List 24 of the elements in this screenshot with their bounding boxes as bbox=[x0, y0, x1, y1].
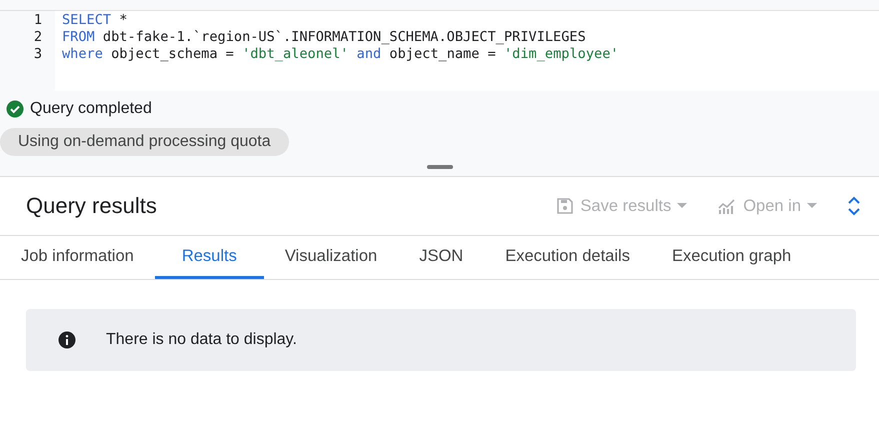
status-text: Query completed bbox=[30, 100, 152, 118]
code-line: FROM dbt-fake-1.`region-US`.INFORMATION_SCHEMA.OBJECT_PRIVILEGES bbox=[62, 29, 586, 46]
tab[interactable]: JSON bbox=[398, 236, 484, 279]
resize-handle[interactable] bbox=[426, 165, 452, 169]
code-line: SELECT * bbox=[62, 12, 128, 29]
expand-icon[interactable] bbox=[847, 195, 861, 217]
panel-title: Query results bbox=[26, 193, 157, 219]
tab[interactable]: Results bbox=[154, 236, 264, 279]
line-number: 2 bbox=[32, 29, 42, 46]
line-number: 1 bbox=[32, 12, 42, 29]
message-text: There is no data to display. bbox=[106, 331, 297, 349]
line-number: 3 bbox=[32, 46, 42, 63]
tab[interactable]: Job information bbox=[0, 236, 155, 279]
tab[interactable]: Execution graph bbox=[650, 236, 812, 279]
save-icon bbox=[556, 197, 574, 215]
tab[interactable]: Execution details bbox=[484, 236, 651, 279]
info-icon bbox=[58, 331, 76, 349]
code-line: where object_schema = 'dbt_aleonel' and object_name = 'dim_employee' bbox=[62, 46, 619, 63]
caret-icon bbox=[807, 203, 817, 209]
quota-chip: Using on-demand processing quota bbox=[0, 128, 289, 156]
check-circle-icon bbox=[6, 100, 24, 118]
caret-icon bbox=[677, 203, 688, 209]
chart-icon bbox=[717, 197, 738, 215]
tab[interactable]: Visualization bbox=[264, 236, 398, 279]
